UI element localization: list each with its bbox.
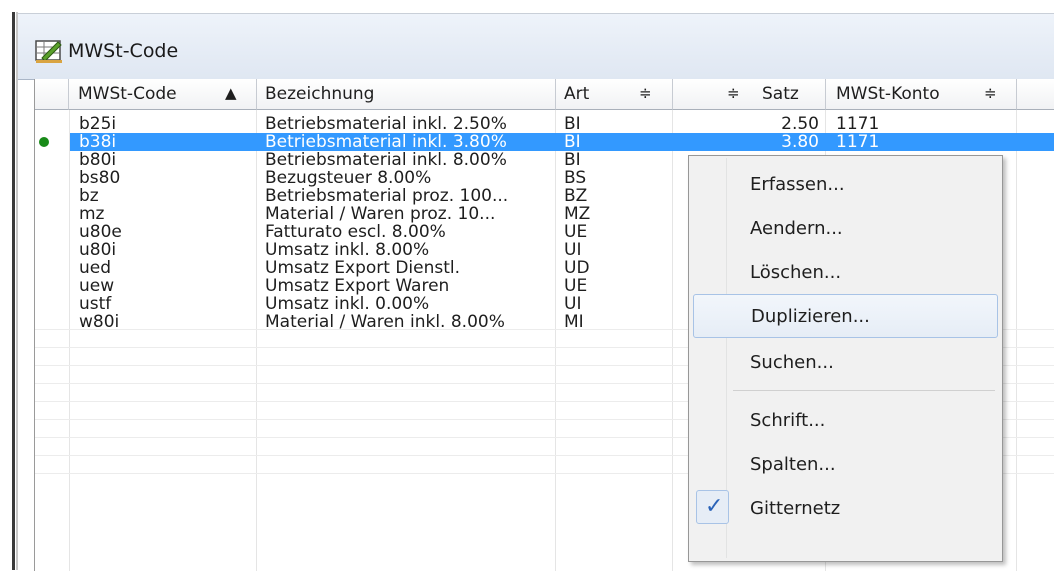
cell-code: u80e xyxy=(79,223,122,241)
cell-art: BI xyxy=(564,133,581,151)
row-indicator-header[interactable] xyxy=(35,79,69,110)
check-icon: ✓ xyxy=(696,490,729,524)
menu-item-label: Aendern... xyxy=(750,218,843,239)
cell-bezeichnung: Betriebsmaterial proz. 100... xyxy=(265,187,509,205)
cell-code: b38i xyxy=(79,133,117,151)
cell-art: BZ xyxy=(564,187,588,205)
cell-art: UI xyxy=(564,295,582,313)
cell-art: UD xyxy=(564,259,590,277)
column-header-mwst-code[interactable]: MWSt-Code ▲ xyxy=(69,79,257,110)
window-title: MWSt-Code xyxy=(68,40,179,62)
column-header-art[interactable]: Art ≑ xyxy=(556,79,673,110)
cell-art: MI xyxy=(564,313,584,331)
column-header-mwst-konto[interactable]: MWSt-Konto ≑ xyxy=(826,79,1017,110)
context-menu: Erfassen... Aendern... Löschen... Dupliz… xyxy=(688,155,1003,562)
menu-item-label: Löschen... xyxy=(750,262,842,283)
cell-code: b25i xyxy=(79,115,117,133)
menu-item-label: Gitternetz xyxy=(750,498,841,519)
cell-bezeichnung: Betriebsmaterial inkl. 8.00% xyxy=(265,151,507,169)
menu-item-label: Spalten... xyxy=(750,454,836,475)
cell-bezeichnung: Umsatz Export Dienstl. xyxy=(265,259,461,277)
active-row-indicator-icon xyxy=(39,137,49,147)
menu-item-gitternetz[interactable]: ✓ Gitternetz xyxy=(693,488,998,528)
cell-code: ustf xyxy=(79,295,112,313)
menu-item-label: Duplizieren... xyxy=(751,306,870,327)
cell-code: bz xyxy=(79,187,99,205)
column-header-label: Art xyxy=(564,84,590,104)
column-header-filler xyxy=(1017,79,1054,110)
table-row-selected[interactable]: b38i Betriebsmaterial inkl. 3.80% BI 3.8… xyxy=(35,133,1054,151)
cell-konto: 1171 xyxy=(836,115,880,133)
menu-item-label: Schrift... xyxy=(750,410,826,431)
table-edit-icon xyxy=(35,40,62,63)
menu-item-suchen[interactable]: Suchen... xyxy=(693,342,998,382)
cell-bezeichnung: Material / Waren proz. 10... xyxy=(265,205,496,223)
cell-bezeichnung: Umsatz inkl. 0.00% xyxy=(265,295,430,313)
cell-konto: 1171 xyxy=(836,133,880,151)
cell-code: ued xyxy=(79,259,112,277)
menu-item-spalten[interactable]: Spalten... xyxy=(693,444,998,484)
cell-art: BI xyxy=(564,115,581,133)
sort-toggle-icon: ≑ xyxy=(727,84,740,102)
menu-item-loeschen[interactable]: Löschen... xyxy=(693,252,998,292)
menu-item-schrift[interactable]: Schrift... xyxy=(693,400,998,440)
cell-bezeichnung: Material / Waren inkl. 8.00% xyxy=(265,313,505,331)
column-header-label: Satz xyxy=(762,84,799,104)
cell-code: w80i xyxy=(79,313,120,331)
cell-bezeichnung: Bezugsteuer 8.00% xyxy=(265,169,432,187)
cell-bezeichnung: Umsatz inkl. 8.00% xyxy=(265,241,430,259)
menu-item-label: Suchen... xyxy=(750,352,834,373)
checkmark-glyph: ✓ xyxy=(705,494,724,519)
cell-art: MZ xyxy=(564,205,591,223)
menu-item-duplizieren[interactable]: Duplizieren... xyxy=(693,294,998,338)
cell-satz: 2.50 xyxy=(781,115,819,133)
left-edge xyxy=(0,10,7,570)
cell-satz: 3.80 xyxy=(781,133,819,151)
menu-separator xyxy=(733,390,995,391)
cell-art: BI xyxy=(564,151,581,169)
column-header-bezeichnung[interactable]: Bezeichnung xyxy=(257,79,556,110)
cell-code: bs80 xyxy=(79,169,121,187)
sort-ascending-icon: ▲ xyxy=(225,84,237,102)
cell-art: UE xyxy=(564,223,588,241)
cell-art: UI xyxy=(564,241,582,259)
table-row[interactable]: b25i Betriebsmaterial inkl. 2.50% BI 2.5… xyxy=(35,115,1054,133)
cell-code: u80i xyxy=(79,241,117,259)
cell-art: BS xyxy=(564,169,587,187)
cell-code: mz xyxy=(79,205,105,223)
column-header-label: MWSt-Konto xyxy=(836,84,940,104)
cell-code: uew xyxy=(79,277,115,295)
sort-toggle-icon: ≑ xyxy=(639,84,652,102)
cell-bezeichnung: Betriebsmaterial inkl. 3.80% xyxy=(265,133,507,151)
cell-bezeichnung: Betriebsmaterial inkl. 2.50% xyxy=(265,115,507,133)
menu-item-label: Erfassen... xyxy=(750,174,845,195)
column-header-satz[interactable]: ≑ Satz xyxy=(673,79,826,110)
window-titlebar: MWSt-Code xyxy=(18,14,1054,80)
window-edge-dark xyxy=(12,12,15,570)
sort-toggle-icon: ≑ xyxy=(984,84,997,102)
cell-bezeichnung: Fatturato escl. 8.00% xyxy=(265,223,446,241)
column-header-label: Bezeichnung xyxy=(265,84,375,104)
cell-bezeichnung: Umsatz Export Waren xyxy=(265,277,450,295)
cell-code: b80i xyxy=(79,151,117,169)
column-header-label: MWSt-Code xyxy=(78,84,177,104)
cell-art: UE xyxy=(564,277,588,295)
menu-item-erfassen[interactable]: Erfassen... xyxy=(693,164,998,204)
menu-item-aendern[interactable]: Aendern... xyxy=(693,208,998,248)
